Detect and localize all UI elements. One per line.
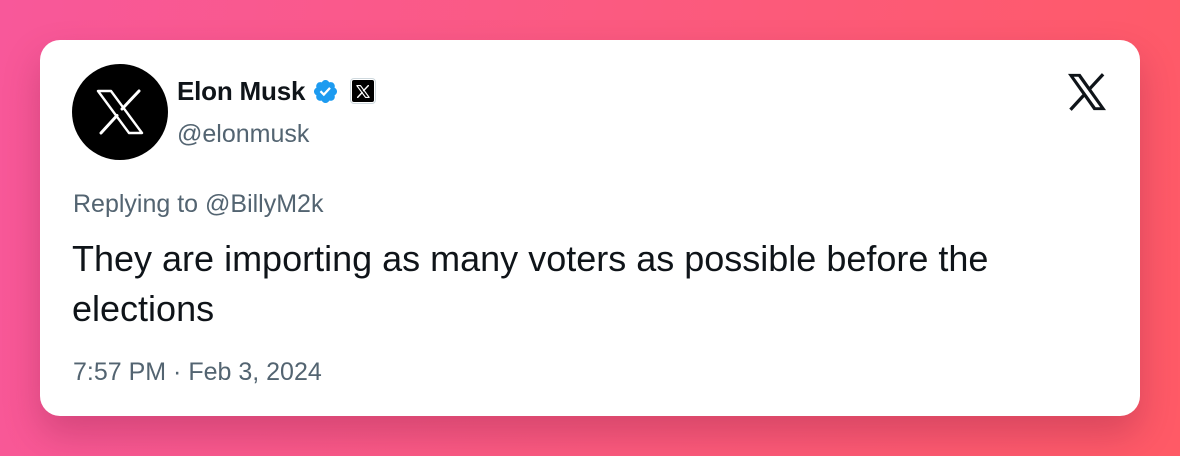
- x-affiliation-logo: [352, 80, 375, 102]
- verified-badge-icon: [312, 78, 339, 105]
- tweet-timestamp[interactable]: 7:57 PM · Feb 3, 2024: [73, 358, 322, 387]
- author-name-row: Elon Musk: [177, 75, 377, 107]
- tweet-card: Elon Musk @elonmusk Replying to @BillyM2…: [40, 40, 1140, 416]
- tweet-text: They are importing as many voters as pos…: [72, 238, 989, 329]
- avatar[interactable]: [72, 64, 168, 160]
- x-affiliation-icon[interactable]: [350, 78, 377, 104]
- x-logo-icon[interactable]: [1066, 73, 1108, 111]
- display-name[interactable]: Elon Musk: [177, 76, 305, 107]
- author-handle[interactable]: @elonmusk: [177, 120, 309, 149]
- replying-to[interactable]: Replying to @BillyM2k: [73, 190, 323, 219]
- x-logo-icon: [96, 89, 144, 135]
